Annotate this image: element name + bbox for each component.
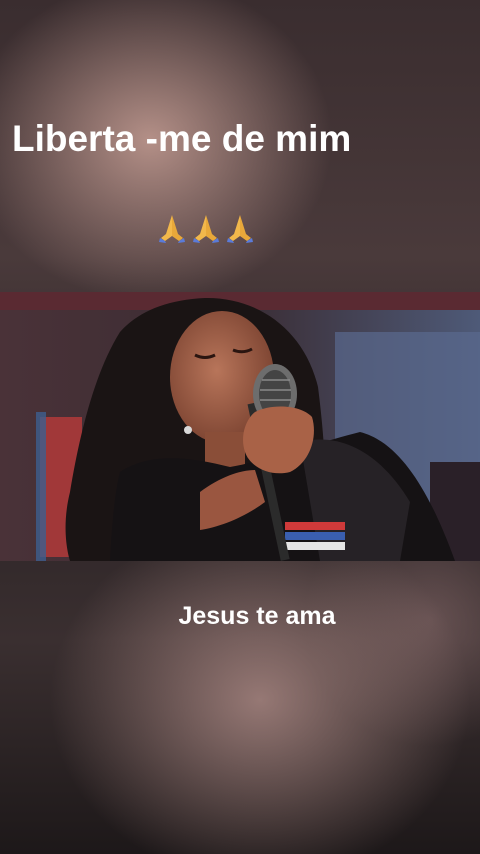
praying-hands-icon <box>193 215 219 243</box>
caption-text: Jesus te ama <box>178 602 336 630</box>
praying-hands-emoji-row <box>157 212 255 244</box>
post-title: Liberta -me de mim <box>12 118 352 159</box>
video-frame[interactable] <box>0 292 480 561</box>
praying-hands-icon <box>227 215 253 243</box>
praying-hands-icon <box>159 215 185 243</box>
singer-scene <box>0 292 480 561</box>
